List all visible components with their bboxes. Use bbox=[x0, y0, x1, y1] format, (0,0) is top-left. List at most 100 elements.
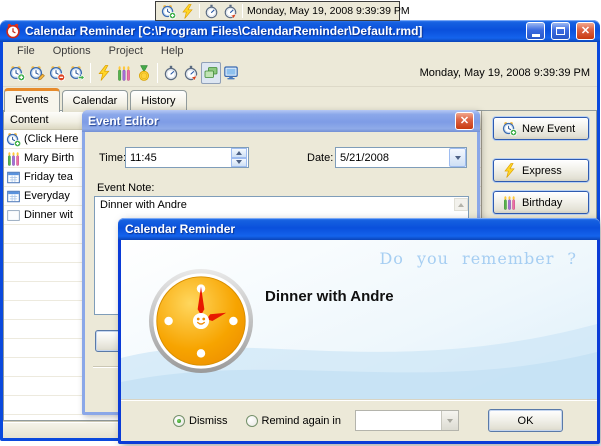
chevron-down-icon bbox=[236, 160, 242, 165]
alarm-edit-icon bbox=[29, 65, 45, 81]
time-stepper[interactable] bbox=[231, 148, 247, 167]
float-timer-express-button[interactable] bbox=[221, 3, 240, 20]
express-button-label: Express bbox=[522, 164, 562, 177]
tab-strip: Events Calendar History bbox=[4, 88, 189, 112]
ok-button[interactable]: OK bbox=[488, 409, 563, 432]
reminder-popup-title: Calendar Reminder bbox=[125, 222, 236, 236]
toolbar-frames-button[interactable] bbox=[201, 61, 221, 84]
menu-file[interactable]: File bbox=[8, 44, 44, 58]
list-item-label: Friday tea bbox=[24, 171, 73, 183]
column-header-content[interactable]: Content bbox=[4, 111, 90, 129]
new-event-button[interactable]: New Event bbox=[493, 117, 589, 140]
float-new-event-button[interactable] bbox=[159, 3, 178, 20]
birthday-candles-icon bbox=[116, 65, 132, 81]
birthday-button-label: Birthday bbox=[522, 196, 563, 209]
toolbar-timer-express-button[interactable] bbox=[181, 62, 201, 84]
menu-options[interactable]: Options bbox=[44, 44, 100, 58]
lightning-icon bbox=[96, 65, 112, 81]
tab-events[interactable]: Events bbox=[4, 88, 60, 112]
tab-calendar[interactable]: Calendar bbox=[61, 90, 129, 112]
chevron-up-icon bbox=[458, 202, 464, 207]
stopwatch-icon bbox=[204, 4, 219, 19]
toolbar-separator bbox=[242, 4, 243, 18]
time-label: Time: bbox=[99, 152, 127, 164]
express-button[interactable]: Express bbox=[493, 159, 589, 182]
toolbar-express-button[interactable] bbox=[94, 62, 114, 84]
toolbar-monitor-button[interactable] bbox=[221, 62, 241, 84]
menubar: File Options Project Help bbox=[3, 42, 597, 59]
menu-project[interactable]: Project bbox=[100, 44, 152, 58]
alarm-add-icon bbox=[6, 132, 21, 147]
reminder-popup-footer: Dismiss Remind again in OK bbox=[121, 399, 597, 441]
date-label: Date: bbox=[307, 152, 334, 164]
toolbar-delete-event-button[interactable] bbox=[47, 62, 67, 84]
list-item-label: Everyday bbox=[24, 190, 70, 202]
birthday-button[interactable]: Birthday bbox=[493, 191, 589, 214]
toolbar-separator bbox=[90, 62, 91, 83]
toolbar-new-event-button[interactable] bbox=[7, 62, 27, 84]
date-dropdown-button[interactable] bbox=[449, 148, 466, 167]
medal-icon bbox=[136, 65, 152, 81]
window-title: Calendar Reminder [C:\Program Files\Cale… bbox=[25, 24, 423, 38]
date-input[interactable] bbox=[335, 147, 467, 168]
list-item-label: Mary Birth bbox=[24, 152, 75, 164]
close-button[interactable]: ✕ bbox=[576, 22, 595, 40]
toolbar-timer-button[interactable] bbox=[161, 62, 181, 84]
chevron-down-icon bbox=[454, 155, 461, 160]
reminder-message: Dinner with Andre bbox=[265, 288, 394, 305]
list-item-label: (Click Here bbox=[24, 133, 79, 145]
calendar-icon bbox=[6, 189, 21, 204]
float-timer-button[interactable] bbox=[202, 3, 221, 20]
floating-toolbar[interactable]: Monday, May 19, 2008 9:39:39 PM bbox=[155, 1, 410, 21]
stopwatch-red-icon bbox=[183, 65, 199, 81]
toolbar-medal-button[interactable] bbox=[134, 62, 154, 84]
chevron-down-icon bbox=[447, 418, 453, 423]
main-titlebar[interactable]: Calendar Reminder [C:\Program Files\Cale… bbox=[0, 20, 600, 42]
toolbar-edit-event-button[interactable] bbox=[27, 62, 47, 84]
event-editor-close-button[interactable]: ✕ bbox=[455, 112, 474, 130]
remind-again-radio-label: Remind again in bbox=[261, 414, 342, 427]
tab-history[interactable]: History bbox=[130, 90, 187, 112]
toolbar-run-event-button[interactable] bbox=[67, 62, 87, 84]
lightning-icon bbox=[502, 163, 517, 178]
reminder-popup-titlebar[interactable]: Calendar Reminder bbox=[118, 218, 600, 240]
alarm-delete-icon bbox=[49, 65, 65, 81]
alarm-add-icon bbox=[502, 121, 517, 136]
remind-again-radio[interactable] bbox=[245, 414, 258, 427]
event-note-label: Event Note: bbox=[97, 182, 155, 194]
time-stepper-up[interactable] bbox=[231, 148, 247, 158]
maximize-button[interactable] bbox=[551, 22, 570, 40]
alarm-add-icon bbox=[9, 65, 25, 81]
scrollbar-up-button[interactable] bbox=[454, 198, 468, 211]
monitor-icon bbox=[223, 65, 239, 81]
toolbar-separator bbox=[199, 4, 200, 18]
toolbar-datetime: Monday, May 19, 2008 9:39:39 PM bbox=[419, 66, 590, 79]
desktop: Calendar Reminder [C:\Program Files\Cale… bbox=[0, 0, 601, 446]
minimize-button[interactable] bbox=[526, 22, 545, 40]
maximize-icon bbox=[556, 27, 565, 35]
smiley-clock-icon bbox=[148, 268, 254, 374]
event-editor-titlebar[interactable]: Event Editor ✕ bbox=[82, 110, 480, 132]
toolbar-birthday-button[interactable] bbox=[114, 62, 134, 84]
minimize-icon bbox=[531, 33, 540, 37]
chevron-up-icon bbox=[236, 150, 242, 155]
do-you-remember-watermark: Do you remember ? bbox=[379, 249, 577, 268]
dismiss-radio[interactable] bbox=[173, 414, 185, 427]
stopwatch-icon bbox=[163, 65, 179, 81]
remind-interval-dropdown-button[interactable] bbox=[441, 411, 458, 430]
toolbar-separator bbox=[157, 62, 158, 83]
time-stepper-down[interactable] bbox=[231, 157, 247, 167]
calendar-icon bbox=[6, 170, 21, 185]
reminder-popup: Calendar Reminder Do you remember ? Dinn… bbox=[118, 218, 600, 444]
floating-toolbar-datetime: Monday, May 19, 2008 9:39:39 PM bbox=[247, 5, 410, 17]
event-editor-title: Event Editor bbox=[88, 114, 159, 128]
lightning-icon bbox=[180, 4, 195, 19]
float-express-button[interactable] bbox=[178, 3, 197, 20]
alarm-go-icon bbox=[69, 65, 85, 81]
remind-interval-select[interactable] bbox=[355, 410, 459, 431]
list-item-label: Dinner wit bbox=[24, 209, 73, 221]
menu-help[interactable]: Help bbox=[152, 44, 193, 58]
main-toolbar: Monday, May 19, 2008 9:39:39 PM bbox=[3, 59, 597, 87]
app-alarm-icon bbox=[5, 23, 21, 39]
alarm-add-icon bbox=[161, 4, 176, 19]
